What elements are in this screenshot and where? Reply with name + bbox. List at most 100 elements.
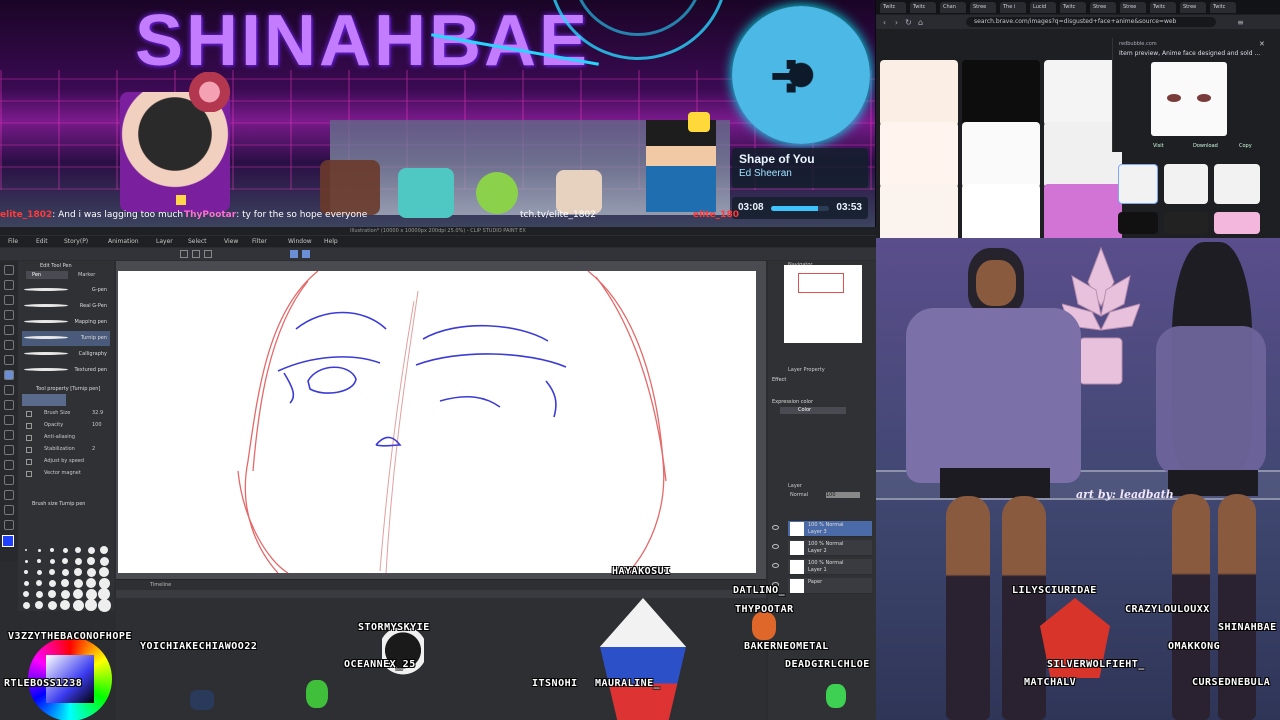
related-thumb[interactable] bbox=[1164, 212, 1208, 234]
brush-size-dot[interactable] bbox=[60, 589, 70, 599]
brush-size-dot[interactable] bbox=[74, 568, 82, 576]
tool-icon[interactable] bbox=[4, 310, 14, 320]
tab-marker[interactable]: Marker bbox=[74, 271, 99, 279]
related-thumb[interactable] bbox=[1214, 164, 1260, 204]
brush-size-dot[interactable] bbox=[48, 590, 56, 598]
browser-tab[interactable]: Stree bbox=[970, 2, 996, 13]
browser-tab[interactable]: Twitc bbox=[1060, 2, 1086, 13]
menu-view[interactable]: View bbox=[224, 238, 238, 245]
color-square[interactable] bbox=[46, 655, 94, 703]
brush-size-dot[interactable] bbox=[37, 559, 41, 563]
brush-size-dot[interactable] bbox=[75, 547, 81, 553]
checkbox[interactable] bbox=[26, 435, 32, 441]
brush-size-dot[interactable] bbox=[86, 578, 96, 588]
brush-item[interactable]: Calligraphy bbox=[22, 347, 110, 362]
eye-icon[interactable] bbox=[772, 525, 779, 530]
brush-size-dot[interactable] bbox=[99, 556, 109, 566]
expression-color-select[interactable]: Color bbox=[780, 407, 846, 414]
brush-size-dot[interactable] bbox=[74, 557, 82, 565]
checkbox[interactable] bbox=[26, 447, 32, 453]
property-value[interactable]: 32.9 bbox=[92, 410, 103, 416]
copy-button[interactable]: Copy bbox=[1239, 143, 1252, 149]
brush-size-dot[interactable] bbox=[49, 558, 55, 564]
visit-button[interactable]: Visit bbox=[1153, 143, 1164, 149]
menu-icon[interactable]: ≡ bbox=[1236, 18, 1245, 27]
eye-icon[interactable] bbox=[772, 563, 779, 568]
layer-opacity-slider[interactable]: 100 bbox=[826, 492, 860, 498]
image-result-thumb[interactable] bbox=[962, 122, 1040, 188]
navigator-frame[interactable] bbox=[798, 273, 844, 293]
tool-icon[interactable] bbox=[4, 445, 14, 455]
brush-size-dot[interactable] bbox=[23, 591, 29, 597]
menu-filter[interactable]: Filter bbox=[252, 238, 267, 245]
related-thumb[interactable] bbox=[1118, 164, 1158, 204]
tool-icon[interactable] bbox=[4, 295, 14, 305]
menu-layer[interactable]: Layer bbox=[156, 238, 173, 245]
image-result-thumb[interactable] bbox=[880, 122, 958, 188]
drawing-canvas[interactable] bbox=[118, 270, 756, 574]
blend-mode-select[interactable]: Normal bbox=[790, 492, 808, 498]
image-result-thumb[interactable] bbox=[962, 60, 1040, 126]
back-icon[interactable]: ‹ bbox=[880, 18, 889, 27]
brush-item[interactable]: Mapping pen bbox=[22, 315, 110, 330]
tool-icon[interactable] bbox=[4, 430, 14, 440]
tool-icon[interactable] bbox=[4, 325, 14, 335]
open-icon[interactable] bbox=[192, 250, 200, 258]
close-icon[interactable]: ✕ bbox=[1259, 40, 1265, 48]
tool-icon[interactable] bbox=[4, 415, 14, 425]
property-value[interactable]: 100 bbox=[92, 422, 102, 428]
menu-animation[interactable]: Animation bbox=[108, 238, 139, 245]
tool-icon[interactable] bbox=[4, 505, 14, 515]
brush-size-dot[interactable] bbox=[87, 557, 95, 565]
redo-icon[interactable] bbox=[302, 250, 310, 258]
layer-item[interactable]: 100 % Normal Layer 1 bbox=[788, 559, 872, 575]
browser-tab[interactable]: Chan bbox=[940, 2, 966, 13]
related-thumb[interactable] bbox=[1118, 212, 1158, 234]
brush-size-dot[interactable] bbox=[87, 546, 95, 554]
brush-size-dot[interactable] bbox=[24, 559, 28, 563]
brush-size-dot[interactable] bbox=[47, 600, 57, 610]
checkbox[interactable] bbox=[26, 459, 32, 465]
brush-size-dot[interactable] bbox=[73, 578, 83, 588]
home-icon[interactable]: ⌂ bbox=[916, 18, 925, 27]
brush-size-dot[interactable] bbox=[72, 599, 84, 611]
brush-size-dot[interactable] bbox=[25, 549, 27, 551]
brush-size-dot[interactable] bbox=[73, 589, 83, 599]
browser-tab[interactable]: Lucid bbox=[1030, 2, 1056, 13]
brush-size-dot[interactable] bbox=[23, 580, 29, 586]
checkbox[interactable] bbox=[26, 423, 32, 429]
layer-item[interactable]: Paper bbox=[788, 578, 872, 594]
property-value[interactable]: 2 bbox=[92, 446, 95, 452]
brush-size-dot[interactable] bbox=[37, 548, 41, 552]
brush-size-dot[interactable] bbox=[61, 568, 69, 576]
brush-item[interactable]: Real G-Pen bbox=[22, 299, 110, 314]
url-input[interactable]: search.brave.com/images?q=disgusted+face… bbox=[966, 17, 1216, 27]
browser-tab[interactable]: Twitc bbox=[1210, 2, 1236, 13]
checkbox[interactable] bbox=[26, 471, 32, 477]
layer-item[interactable]: 100 % Normal Layer 2 bbox=[788, 540, 872, 556]
related-thumb[interactable] bbox=[1214, 212, 1260, 234]
new-icon[interactable] bbox=[180, 250, 188, 258]
brush-size-dot[interactable] bbox=[99, 567, 109, 577]
menu-file[interactable]: File bbox=[8, 238, 18, 245]
brush-size-dot[interactable] bbox=[35, 601, 43, 609]
reload-icon[interactable]: ↻ bbox=[904, 18, 913, 27]
tool-icon[interactable] bbox=[4, 370, 14, 380]
main-color-swatch[interactable] bbox=[2, 535, 14, 547]
image-result-thumb[interactable] bbox=[1044, 60, 1122, 126]
brush-item[interactable]: G-pen bbox=[22, 283, 110, 298]
brush-size-dot[interactable] bbox=[85, 599, 97, 611]
brush-item[interactable]: Textured pen bbox=[22, 363, 110, 378]
layer-item[interactable]: 100 % Normal Layer 3 bbox=[788, 521, 872, 537]
brush-size-dot[interactable] bbox=[24, 570, 28, 574]
undo-icon[interactable] bbox=[290, 250, 298, 258]
brush-size-dot[interactable] bbox=[35, 590, 43, 598]
brush-size-dot[interactable] bbox=[86, 567, 96, 577]
forward-icon[interactable]: › bbox=[892, 18, 901, 27]
browser-tab[interactable]: Twitc bbox=[880, 2, 906, 13]
brush-size-dot[interactable] bbox=[62, 558, 68, 564]
tool-icon[interactable] bbox=[4, 475, 14, 485]
tool-icon[interactable] bbox=[4, 520, 14, 530]
menu-window[interactable]: Window bbox=[288, 238, 312, 245]
browser-tab[interactable]: Twitc bbox=[910, 2, 936, 13]
